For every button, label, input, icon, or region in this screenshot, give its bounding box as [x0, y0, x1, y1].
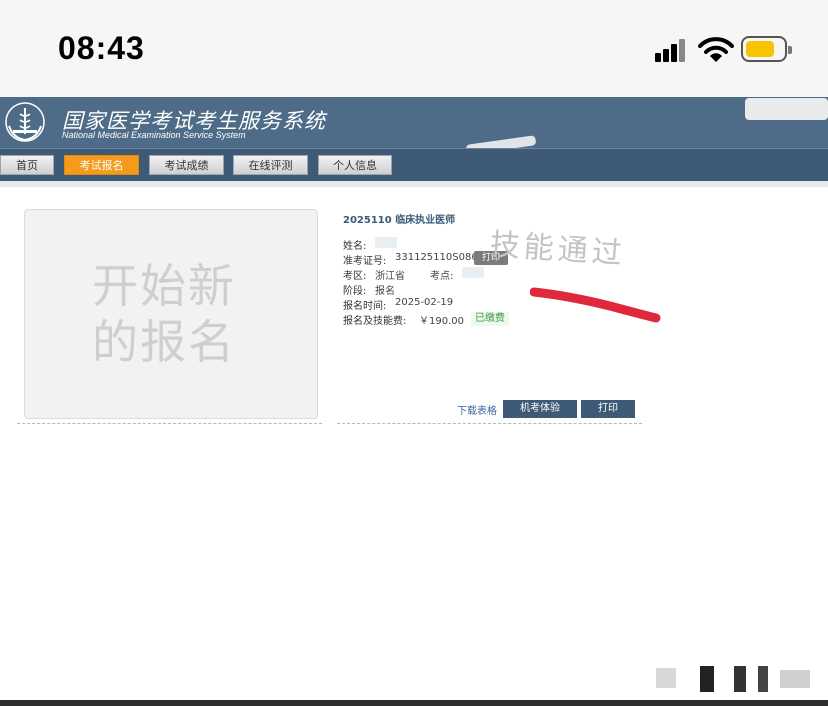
- nav-exam-registration[interactable]: 考试报名: [64, 155, 139, 175]
- blurred-area: [745, 98, 828, 120]
- red-underline-mark: [530, 287, 661, 323]
- stage-value: 报名: [375, 286, 395, 297]
- mock-exam-button[interactable]: 机考体验: [503, 400, 577, 418]
- paid-status-badge: 已缴费: [471, 312, 509, 326]
- wifi-icon: [698, 37, 734, 62]
- blurred-area: [656, 666, 810, 692]
- handwritten-note: 技能通过: [488, 227, 627, 272]
- site-label: 考点:: [430, 271, 454, 282]
- nav-exam-scores[interactable]: 考试成绩: [149, 155, 224, 175]
- battery-icon: [741, 36, 792, 62]
- bottom-edge: [0, 700, 828, 706]
- registration-time-label: 报名时间:: [343, 301, 387, 312]
- site-subtitle: National Medical Examination Service Sys…: [62, 130, 246, 140]
- divider: [337, 423, 642, 424]
- nav-online-assessment[interactable]: 在线评测: [233, 155, 308, 175]
- redacted-name: [375, 237, 397, 248]
- new-registration-line2: 的报名: [92, 315, 236, 369]
- medical-emblem-icon: [5, 102, 45, 142]
- registration-time-value: 2025-02-19: [395, 297, 454, 308]
- stage-label: 阶段:: [343, 286, 367, 297]
- download-form-link[interactable]: 下载表格: [457, 402, 497, 417]
- ticket-number: 331125110S0863: [395, 252, 485, 263]
- content-divider: [0, 181, 828, 187]
- fee-value: ￥190.00: [419, 316, 464, 327]
- region-label: 考区:: [343, 271, 367, 282]
- region-value: 浙江省: [375, 271, 405, 282]
- ticket-label: 准考证号:: [343, 256, 387, 267]
- cellular-signal-icon: [655, 38, 689, 62]
- status-time: 08:43: [58, 30, 145, 66]
- divider: [17, 423, 322, 424]
- new-registration-text: 开始新 的报名: [92, 258, 262, 370]
- exam-title: 2025110 临床执业医师: [343, 215, 456, 226]
- new-registration-line1: 开始新: [92, 259, 236, 313]
- new-registration-card[interactable]: 开始新 的报名: [24, 209, 318, 419]
- redacted-site: [462, 267, 484, 278]
- fee-label: 报名及技能费:: [343, 316, 407, 327]
- name-label: 姓名:: [343, 241, 367, 252]
- status-bar: 08:43: [0, 0, 828, 97]
- nav-home[interactable]: 首页: [0, 155, 54, 175]
- print-button[interactable]: 打印: [581, 400, 635, 418]
- nav-personal-info[interactable]: 个人信息: [318, 155, 392, 175]
- nav-bar: 首页 考试报名 考试成绩 在线评测 个人信息: [0, 148, 828, 181]
